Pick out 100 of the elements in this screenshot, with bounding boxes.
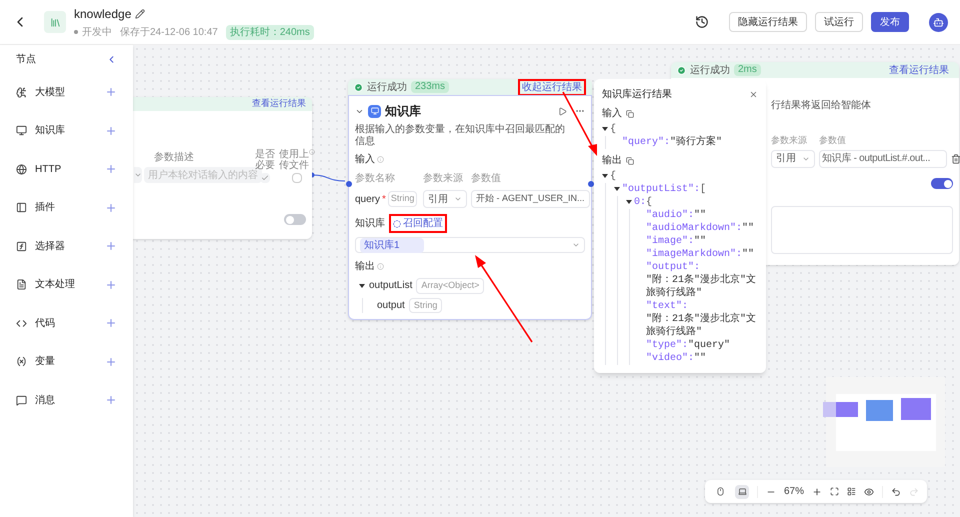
- param-name: query: [355, 192, 380, 206]
- column-label: 使用上传文件: [279, 149, 309, 171]
- info-icon: [377, 156, 384, 163]
- duration-badge: 233ms: [411, 81, 450, 93]
- toolbar-button[interactable]: 隐藏运行结果: [729, 12, 807, 32]
- json-key: "image":: [646, 235, 694, 248]
- section-label: 输入: [355, 152, 375, 167]
- close-icon[interactable]: [749, 90, 758, 99]
- json-value: "query": [688, 339, 730, 352]
- copy-icon[interactable]: [626, 110, 634, 118]
- toggle-switch[interactable]: [931, 178, 953, 189]
- chevron-down-icon: [572, 241, 580, 249]
- undo-icon[interactable]: [891, 486, 902, 496]
- column-label: 参数描述: [153, 150, 195, 165]
- node-type-label: 知识库: [35, 124, 66, 138]
- select-field[interactable]: [134, 167, 142, 183]
- json-key: "outputList":: [622, 183, 700, 196]
- value-field[interactable]: 开始 - AGENT_USER_IN...: [471, 190, 590, 208]
- add-icon[interactable]: [105, 317, 117, 330]
- message-icon: [16, 394, 27, 406]
- json-value: "": [694, 235, 706, 248]
- node-type-label: 选择器: [35, 240, 66, 254]
- edit-icon[interactable]: [135, 8, 146, 18]
- caret-icon[interactable]: [602, 173, 608, 179]
- knowledge-select[interactable]: 知识库1: [355, 237, 585, 253]
- node-type-item[interactable]: HTTP: [0, 150, 133, 188]
- json-value: "骑行方案": [670, 136, 722, 149]
- source-select[interactable]: 引用: [771, 150, 815, 168]
- layout-icon[interactable]: [847, 487, 856, 496]
- sidebar-title: 节点: [16, 52, 36, 66]
- node-description: 行结果将返回给智能体: [771, 98, 871, 113]
- add-icon[interactable]: [105, 163, 117, 176]
- history-icon[interactable]: [695, 15, 709, 29]
- toggle-switch[interactable]: [284, 214, 306, 225]
- eye-icon[interactable]: [864, 486, 874, 496]
- node-type-item[interactable]: 知识库: [0, 112, 133, 150]
- play-icon[interactable]: [558, 106, 567, 116]
- value-field[interactable]: 知识库 - outputList.#.out...: [819, 150, 947, 168]
- required-checkbox[interactable]: [260, 173, 270, 183]
- column-label: 参数来源: [771, 134, 808, 147]
- node-type-item[interactable]: 消息: [0, 381, 133, 420]
- success-icon: [677, 66, 686, 74]
- delete-icon[interactable]: [951, 154, 960, 164]
- fit-view-icon[interactable]: [830, 487, 840, 496]
- node-type-item[interactable]: 大模型: [0, 73, 133, 112]
- upload-checkbox[interactable]: [292, 173, 302, 183]
- node-type-label: 代码: [35, 316, 56, 331]
- output-name: output: [377, 298, 405, 313]
- column-label: 参数值: [819, 134, 847, 147]
- column-label: 参数值: [471, 172, 502, 186]
- add-icon[interactable]: [105, 86, 117, 98]
- add-icon[interactable]: [105, 278, 117, 291]
- add-icon[interactable]: [105, 356, 117, 368]
- add-icon[interactable]: [105, 124, 117, 137]
- node-type-item[interactable]: 代码: [0, 304, 133, 342]
- caret-icon[interactable]: [614, 186, 620, 192]
- source-select[interactable]: 引用: [423, 190, 467, 208]
- run-time-badge: 执行耗时：240ms: [226, 24, 314, 40]
- json-value: "": [742, 248, 754, 261]
- json-bracket: {: [610, 170, 616, 183]
- zoom-in-icon[interactable]: [812, 486, 822, 496]
- caret-icon[interactable]: [359, 282, 365, 289]
- toolbar-button[interactable]: 试运行: [815, 12, 863, 32]
- json-value: "附：21条"漫步北京"文旅骑行线路": [646, 274, 758, 300]
- node-type-item[interactable]: 选择器: [0, 227, 133, 266]
- json-value: "附：21条"漫步北京"文旅骑行线路": [646, 313, 758, 339]
- recall-config-link[interactable]: 召回配置: [389, 214, 447, 233]
- copy-icon[interactable]: [626, 156, 634, 164]
- node-type-item[interactable]: 文本处理: [0, 266, 133, 304]
- node-type-label: 文本处理: [35, 278, 76, 292]
- node-description: 根据输入的参数变量，在知识库中召回最匹配的信息: [355, 124, 566, 148]
- toolbar-button[interactable]: 发布: [871, 12, 909, 32]
- required-mark: *: [382, 192, 386, 206]
- json-key: "imageMarkdown":: [646, 248, 742, 261]
- dev-status: 开发中: [82, 26, 112, 40]
- caret-icon[interactable]: [602, 126, 608, 132]
- run-result-link[interactable]: 查看运行结果: [885, 62, 953, 78]
- json-key: "video":: [646, 352, 694, 365]
- avatar-icon[interactable]: [929, 12, 948, 32]
- run-result-link[interactable]: 查看运行结果: [252, 97, 306, 111]
- trackpad-mode-icon[interactable]: [735, 484, 749, 498]
- json-key: "text":: [646, 300, 688, 313]
- node-type-item[interactable]: 插件: [0, 188, 133, 227]
- add-icon[interactable]: [105, 240, 117, 252]
- caret-icon[interactable]: [626, 199, 632, 205]
- json-bracket: [: [700, 183, 706, 196]
- section-label: 输入: [602, 106, 622, 121]
- add-icon[interactable]: [105, 202, 117, 214]
- knowledge-tag: 知识库1: [360, 238, 424, 252]
- node-type-item[interactable]: 变量: [0, 342, 133, 381]
- node-type-label: 变量: [35, 354, 56, 370]
- minimap-node: [900, 398, 930, 420]
- code-icon: [16, 318, 27, 329]
- minimap-node: [866, 400, 892, 420]
- node-type-label: HTTP: [35, 162, 62, 177]
- add-icon[interactable]: [105, 394, 117, 406]
- type-tag: Array<Object>: [416, 278, 484, 294]
- brain-icon: [16, 86, 27, 98]
- function-icon: [16, 240, 27, 252]
- panel-icon: [16, 202, 27, 214]
